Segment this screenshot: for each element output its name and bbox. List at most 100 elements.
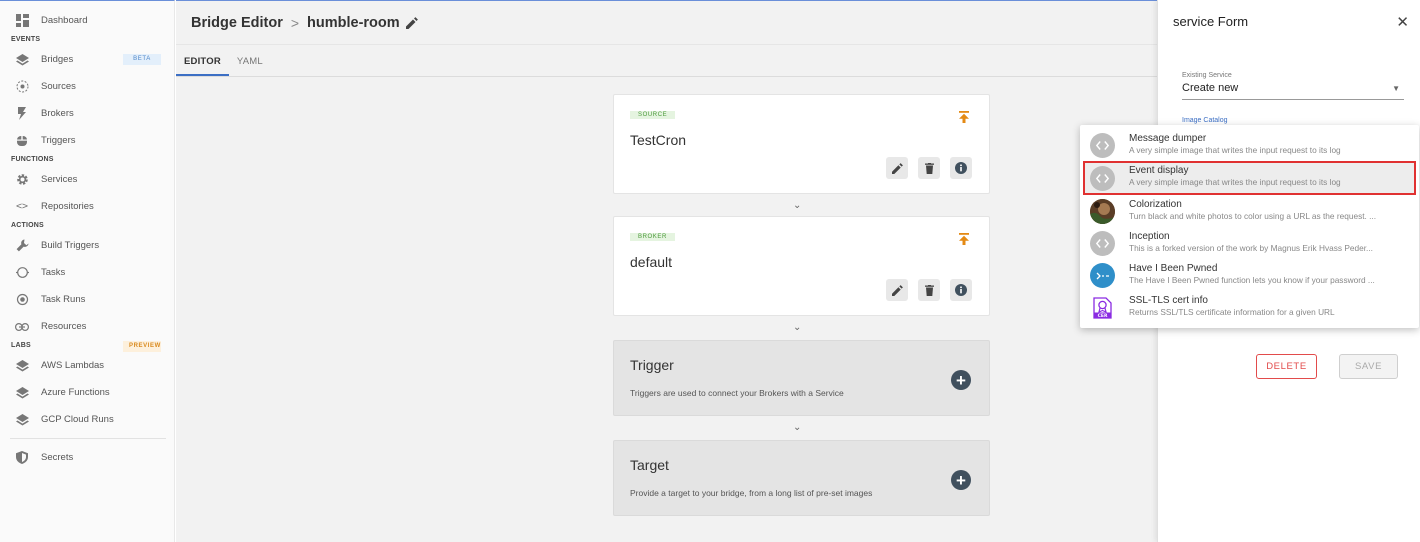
sidebar-item-build-triggers[interactable]: Build Triggers [0,232,174,259]
sidebar-item-secrets[interactable]: Secrets [0,444,174,471]
sidebar-item-label: Bridges [41,54,74,65]
triggers-icon [15,134,29,148]
beta-badge: BETA [123,54,161,65]
sidebar-item-aws-lambdas[interactable]: AWS Lambdas [0,352,174,379]
source-card[interactable]: SOURCE TestCron [613,94,990,194]
existing-service-select[interactable]: Create new ▼ [1182,82,1404,100]
option-name: Colorization [1129,199,1182,210]
panel-title: service Form [1173,14,1249,29]
sidebar-item-label: Tasks [41,267,66,278]
sidebar-item-gcp-cloud-runs[interactable]: GCP Cloud Runs [0,406,174,433]
sidebar-item-brokers[interactable]: Brokers [0,100,174,127]
pin-icon[interactable] [959,111,969,126]
info-icon[interactable] [950,157,972,179]
tasks-icon [15,266,29,280]
sidebar-item-label: Secrets [41,452,74,463]
sidebar-item-sources[interactable]: Sources [0,73,174,100]
sidebar-section-actions: ACTIONS [11,222,44,229]
sidebar-item-dashboard[interactable]: Dashboard [0,7,174,34]
sidebar-item-label: GCP Cloud Runs [41,414,114,425]
chevron-down-icon: ⌄ [793,200,802,211]
source-chip: SOURCE [630,111,676,119]
sidebar-item-label: AWS Lambdas [41,360,105,371]
sidebar-item-resources[interactable]: Resources [0,313,174,340]
bridge-name: humble-room [307,14,400,31]
source-title: TestCron [630,132,687,148]
option-description: A very simple image that writes the inpu… [1129,145,1341,155]
sidebar-item-repositories[interactable]: <> Repositories [0,193,174,220]
edit-icon[interactable] [886,157,908,179]
option-description: Returns SSL/TLS certificate information … [1129,307,1335,317]
catalog-option-ssl-tls-cert-info[interactable]: CER SSL-TLS cert info Returns SSL/TLS ce… [1080,291,1419,323]
link-icon [15,320,29,334]
layers-icon [15,386,29,400]
code-icon [1090,133,1115,158]
catalog-option-have-i-been-pwned[interactable]: Have I Been Pwned The Have I Been Pwned … [1080,259,1419,291]
wrench-icon [15,239,29,253]
catalog-option-colorization[interactable]: Colorization Turn black and white photos… [1080,195,1419,227]
sidebar-item-tasks[interactable]: Tasks [0,259,174,286]
option-name: Inception [1129,231,1170,242]
target-card[interactable]: Target Provide a target to your bridge, … [613,440,990,516]
catalog-option-message-dumper[interactable]: Message dumper A very simple image that … [1080,129,1419,161]
card-actions [886,157,972,179]
edit-pencil-icon[interactable] [405,16,418,29]
option-description: A very simple image that writes the inpu… [1129,177,1341,187]
option-name: Have I Been Pwned [1129,263,1218,274]
edit-icon[interactable] [886,279,908,301]
sidebar-item-services[interactable]: Services [0,166,174,193]
delete-button[interactable]: DELETE [1256,354,1317,379]
caret-down-icon: ▼ [1392,84,1400,93]
trigger-card[interactable]: Trigger Triggers are used to connect you… [613,340,990,416]
dashboard-icon [15,14,29,28]
shield-icon [15,451,29,465]
sidebar-item-label: Build Triggers [41,240,100,251]
add-target-icon[interactable]: + [951,470,971,490]
delete-icon[interactable] [918,279,940,301]
catalog-option-event-display[interactable]: Event display A very simple image that w… [1083,161,1416,195]
sidebar-item-label: Brokers [41,108,74,119]
chevron-down-icon: ⌄ [793,422,802,433]
brokers-icon [15,107,29,121]
tab-editor[interactable]: EDITOR [176,56,229,76]
option-description: Turn black and white photos to color usi… [1129,211,1377,221]
sidebar-item-task-runs[interactable]: Task Runs [0,286,174,313]
layers-icon [15,53,29,67]
section-label: LABS [11,342,31,349]
sidebar-section-functions: FUNCTIONS [11,156,54,163]
sidebar-item-azure-functions[interactable]: Azure Functions [0,379,174,406]
sidebar-item-triggers[interactable]: Triggers [0,127,174,154]
pin-icon[interactable] [959,233,969,248]
photo-avatar-icon [1090,199,1115,224]
option-name: Event display [1129,165,1189,176]
sidebar: Dashboard EVENTS Bridges BETA Sources Br… [0,0,175,542]
breadcrumb: Bridge Editor > humble-room [176,1,1157,45]
info-icon[interactable] [950,279,972,301]
code-icon: <> [15,201,29,212]
sidebar-section-labs: LABS PREVIEW [0,340,174,352]
close-icon[interactable]: ✕ [1396,13,1409,31]
main-area: Bridge Editor > humble-room EDITOR YAML … [176,0,1157,542]
task-runs-icon [15,293,29,307]
svg-text:CER: CER [1097,313,1107,319]
save-button[interactable]: SAVE [1339,354,1398,379]
catalog-option-inception[interactable]: Inception This is a forked version of th… [1080,227,1419,259]
code-icon [1090,166,1115,191]
sidebar-item-label: Sources [41,81,76,92]
broker-chip: BROKER [630,233,675,241]
add-trigger-icon[interactable]: + [951,370,971,390]
existing-service-value: Create new [1182,82,1239,94]
code-icon [1090,231,1115,256]
breadcrumb-separator: > [290,14,300,31]
pwned-logo-icon [1090,263,1115,288]
page-title: Bridge Editor [191,14,283,31]
broker-card[interactable]: BROKER default [613,216,990,316]
sidebar-item-label: Resources [41,321,87,332]
tab-yaml[interactable]: YAML [229,56,271,76]
sidebar-item-bridges[interactable]: Bridges BETA [0,46,174,73]
target-description: Provide a target to your bridge, from a … [630,488,873,498]
sources-icon [15,80,29,94]
trigger-description: Triggers are used to connect your Broker… [630,388,844,398]
delete-icon[interactable] [918,157,940,179]
certificate-icon: CER [1090,295,1115,320]
